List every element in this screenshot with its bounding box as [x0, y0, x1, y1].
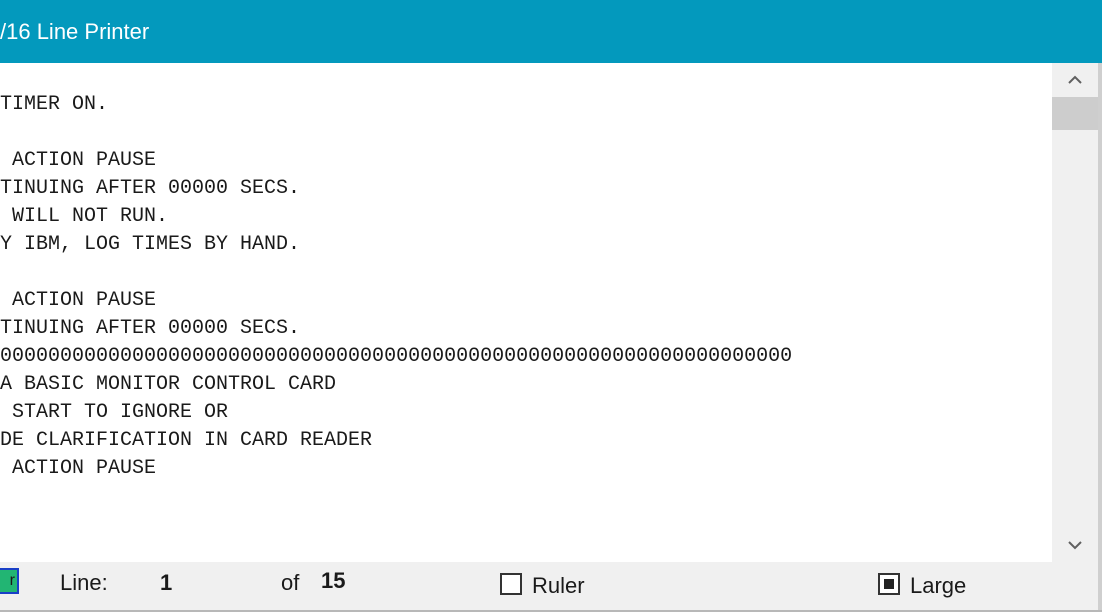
printout-line: TINUING AFTER 00000 SECS.: [0, 177, 301, 200]
title-bar[interactable]: /16 Line Printer: [0, 0, 1102, 63]
checkbox-checked-mark: [884, 579, 894, 589]
window-title: /16 Line Printer: [0, 19, 150, 44]
printout-line: DE CLARIFICATION IN CARD READER: [0, 429, 373, 452]
total-lines-value: 15: [321, 568, 346, 593]
large-checkbox[interactable]: [878, 573, 900, 595]
current-line-value: 1: [160, 570, 173, 595]
printout-line: 0000000000000000000000000000000000000000…: [0, 345, 793, 368]
printout-line: TINUING AFTER 00000 SECS.: [0, 317, 301, 340]
printer-output-area[interactable]: TIMER ON. ACTION PAUSE TINUING AFTER 0000…: [0, 63, 1052, 562]
status-bar: r Line: 1 of 15 Ruler Large: [0, 562, 1098, 610]
scroll-thumb[interactable]: [1052, 97, 1098, 130]
printout-line: ACTION PAUSE: [0, 457, 157, 480]
vertical-scrollbar[interactable]: [1052, 63, 1098, 562]
status-button[interactable]: r: [0, 568, 19, 594]
chevron-down-icon: [1068, 541, 1082, 550]
scroll-down-button[interactable]: [1052, 528, 1098, 562]
printout-line: START TO IGNORE OR: [0, 401, 229, 424]
chevron-up-icon: [1068, 75, 1082, 84]
printout-line: ACTION PAUSE: [0, 149, 157, 172]
line-label: Line:: [60, 570, 108, 595]
ruler-checkbox[interactable]: [500, 573, 522, 595]
printout-line: ACTION PAUSE: [0, 289, 157, 312]
printout-line: [0, 119, 792, 147]
large-label[interactable]: Large: [910, 572, 966, 600]
printout-line: A BASIC MONITOR CONTROL CARD: [0, 373, 337, 396]
of-label: of: [281, 570, 300, 595]
printout-lines: TIMER ON. ACTION PAUSE TINUING AFTER 0000…: [0, 91, 792, 483]
printout-line: [0, 259, 792, 287]
printout-line: WILL NOT RUN.: [0, 205, 169, 228]
printout-line: Y IBM, LOG TIMES BY HAND.: [0, 233, 301, 256]
printout-line: TIMER ON.: [0, 93, 109, 116]
ruler-label[interactable]: Ruler: [532, 572, 585, 600]
window-right-border: [1098, 63, 1102, 612]
scroll-up-button[interactable]: [1052, 63, 1098, 97]
